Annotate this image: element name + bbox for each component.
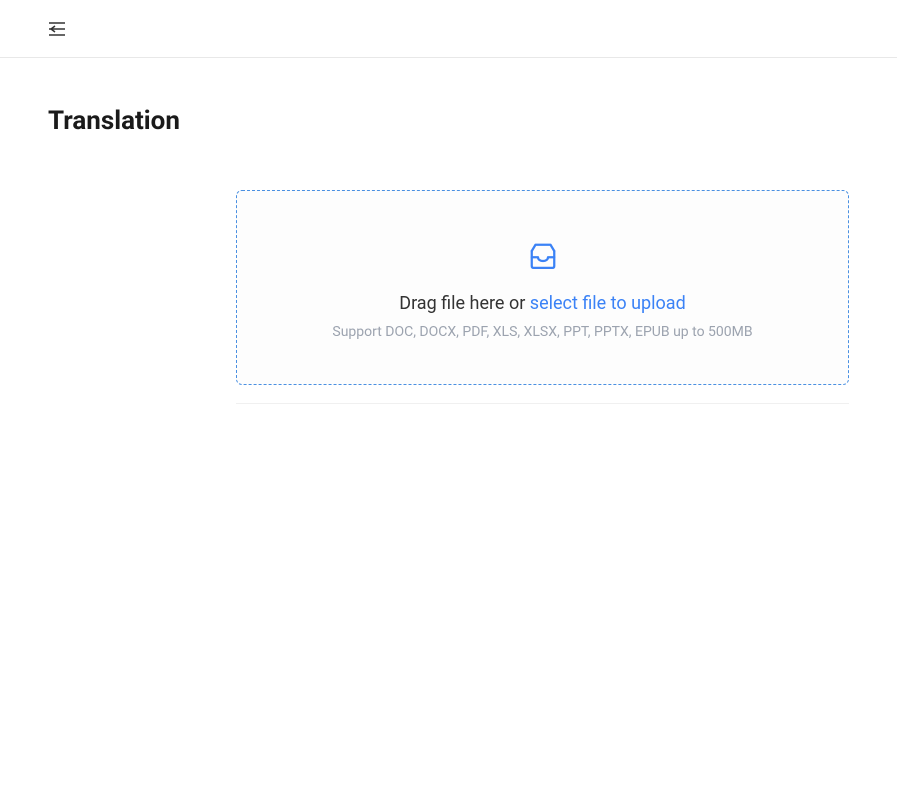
inbox-icon (528, 241, 558, 271)
upload-card: Drag file here or select file to upload … (236, 190, 849, 404)
page-title: Translation (48, 106, 849, 136)
header-bar (0, 0, 897, 58)
dropzone-hint: Support DOC, DOCX, PDF, XLS, XLSX, PPT, … (257, 324, 828, 340)
menu-toggle-button[interactable] (48, 20, 66, 38)
drag-text: Drag file here or (399, 293, 530, 314)
file-dropzone[interactable]: Drag file here or select file to upload … (236, 190, 849, 385)
dropzone-text: Drag file here or select file to upload (257, 293, 828, 314)
menu-collapse-icon (49, 22, 65, 36)
select-file-link[interactable]: select file to upload (530, 293, 686, 314)
main-content: Translation Drag file here or select fil… (0, 58, 897, 404)
